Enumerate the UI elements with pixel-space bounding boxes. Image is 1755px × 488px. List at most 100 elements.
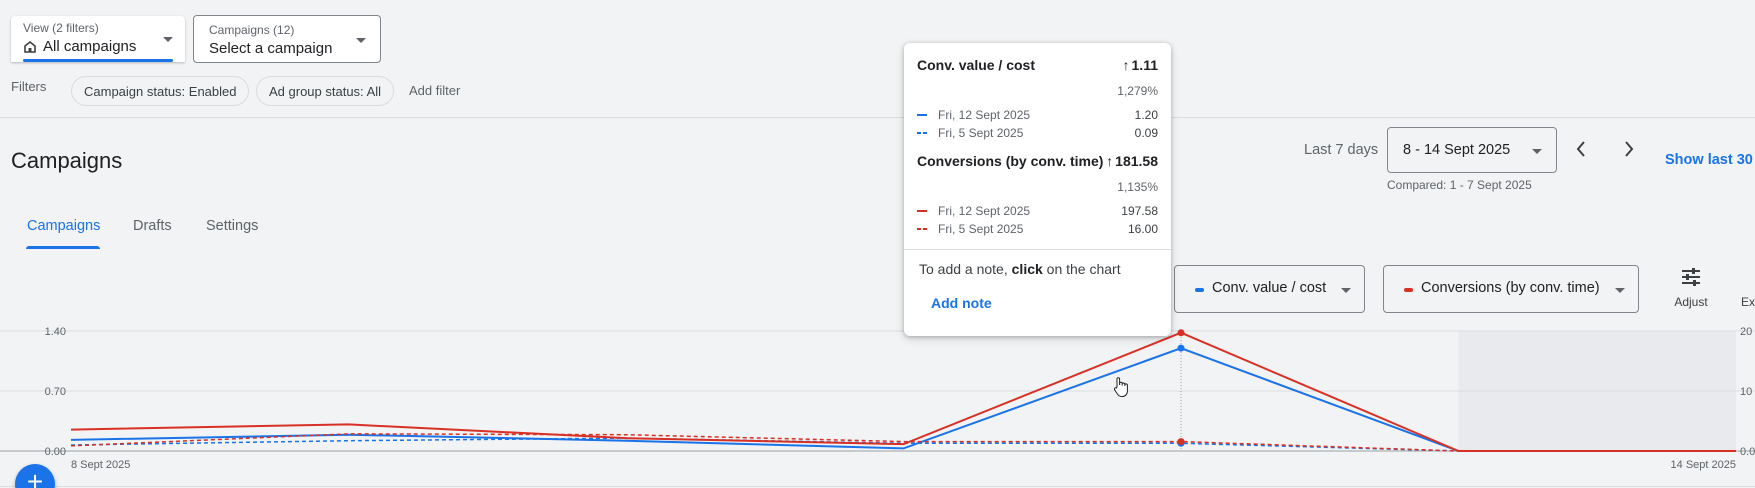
arrow-up-icon: ↑ bbox=[1122, 57, 1130, 73]
tooltip-row-date: Fri, 5 Sept 2025 bbox=[938, 222, 1024, 236]
hand-cursor-icon bbox=[1113, 377, 1128, 397]
tooltip-row: Fri, 5 Sept 2025 0.09 bbox=[917, 126, 1158, 140]
home-icon bbox=[24, 40, 36, 53]
tune-icon bbox=[1682, 268, 1700, 286]
x-tick-label: 14 Sept 2025 bbox=[1671, 459, 1736, 471]
chevron-right-icon bbox=[1625, 141, 1634, 157]
view-selector-value-wrap: All campaigns bbox=[23, 38, 136, 55]
tooltip-row-value: 0.09 bbox=[1134, 126, 1158, 140]
tooltip-row: Fri, 12 Sept 2025 197.58 bbox=[917, 204, 1158, 218]
tooltip-divider bbox=[904, 249, 1171, 250]
page: View (2 filters) All campaigns Campaigns… bbox=[0, 0, 1755, 488]
tooltip-row-value: 1.20 bbox=[1134, 108, 1158, 122]
tooltip-row-date-wrap: Fri, 12 Sept 2025 bbox=[917, 108, 1030, 122]
campaign-selector-label: Campaigns (12) bbox=[209, 23, 295, 37]
previous-period-button[interactable] bbox=[1570, 138, 1592, 160]
tooltip-metric-percent: 1,279% bbox=[1117, 84, 1158, 98]
chevron-down-icon bbox=[1341, 288, 1351, 293]
tooltip-metric-change-wrap: ↑ 181.58 bbox=[1106, 153, 1158, 169]
line-solid-icon bbox=[917, 114, 927, 116]
filters-label: Filters bbox=[11, 79, 47, 94]
tooltip-metric-name: Conversions (by conv. time) bbox=[917, 153, 1104, 169]
tab-settings[interactable]: Settings bbox=[206, 218, 258, 234]
tooltip-row-value: 197.58 bbox=[1121, 204, 1158, 218]
chevron-left-icon bbox=[1576, 141, 1585, 157]
line-dashed-icon bbox=[917, 228, 927, 230]
plus-icon: + bbox=[26, 466, 44, 488]
date-range-value: 8 - 14 Sept 2025 bbox=[1403, 142, 1511, 158]
view-selector-label: View (2 filters) bbox=[23, 21, 99, 35]
tooltip-metric-name: Conv. value / cost bbox=[917, 57, 1035, 73]
tooltip-row: Fri, 12 Sept 2025 1.20 bbox=[917, 108, 1158, 122]
performance-chart[interactable]: 0.00 0.0 0.70 10 1.40 20 8 Sept 2025 14 Sept 20… bbox=[0, 320, 1755, 488]
line-dashed-icon bbox=[917, 132, 927, 134]
tooltip-metric-2-percent-row: 1,135% bbox=[917, 180, 1158, 194]
adjust-label: Adjust bbox=[1674, 295, 1708, 309]
add-note-button[interactable]: Add note bbox=[931, 295, 992, 311]
chevron-down-icon bbox=[356, 38, 366, 43]
tooltip-note-text: To add a note, click on the chart bbox=[919, 261, 1121, 277]
tooltip-row-date-wrap: Fri, 5 Sept 2025 bbox=[917, 222, 1023, 236]
tooltip-metric-change: 181.58 bbox=[1115, 153, 1158, 169]
note-bold: click bbox=[1011, 261, 1043, 277]
view-selector-underline bbox=[23, 59, 173, 62]
line-solid-icon bbox=[917, 210, 927, 212]
y-left-tick-label: 0.00 bbox=[45, 446, 66, 458]
filter-chip-campaign-status[interactable]: Campaign status: Enabled bbox=[71, 76, 250, 106]
tooltip-row-value: 16.00 bbox=[1127, 222, 1158, 236]
tooltip-row-date-wrap: Fri, 12 Sept 2025 bbox=[917, 204, 1030, 218]
y-right-tick-label: 20 bbox=[1740, 326, 1752, 338]
x-tick-label: 8 Sept 2025 bbox=[71, 459, 130, 471]
active-tab-indicator bbox=[26, 246, 100, 249]
view-selector-value: All campaigns bbox=[43, 38, 137, 55]
show-last-30-days-link[interactable]: Show last 30 d bbox=[1665, 152, 1755, 168]
tooltip-row-date: Fri, 12 Sept 2025 bbox=[938, 108, 1031, 122]
tooltip-row-date: Fri, 12 Sept 2025 bbox=[938, 204, 1031, 218]
series-point-0 bbox=[1177, 344, 1185, 352]
tooltip-metric-1-header: Conv. value / cost ↑ 1.11 bbox=[917, 57, 1158, 73]
tooltip-metric-1-percent-row: 1,279% bbox=[917, 84, 1158, 98]
filter-chip-ad-group-status[interactable]: Ad group status: All bbox=[256, 76, 395, 106]
chart-tooltip: Conv. value / cost ↑ 1.11 1,279% Fri, 12 … bbox=[904, 43, 1171, 336]
chevron-down-icon bbox=[1532, 149, 1542, 154]
tooltip-metric-2-header: Conversions (by conv. time) ↑ 181.58 bbox=[917, 153, 1158, 169]
metric-selector-label: Conversions (by conv. time) bbox=[1421, 280, 1600, 296]
note-suffix: on the chart bbox=[1042, 261, 1121, 277]
view-selector[interactable]: View (2 filters) All campaigns bbox=[11, 16, 185, 62]
series-point-3 bbox=[1177, 438, 1185, 446]
divider bbox=[0, 117, 1755, 118]
tab-campaigns[interactable]: Campaigns bbox=[27, 218, 100, 234]
y-right-tick-label: 0.0 bbox=[1740, 446, 1755, 458]
campaign-selector-value: Select a campaign bbox=[209, 40, 333, 57]
metric-swatch bbox=[1404, 288, 1413, 292]
arrow-up-icon: ↑ bbox=[1106, 153, 1114, 169]
chevron-down-icon bbox=[1615, 288, 1625, 293]
metric-selector-label: Conv. value / cost bbox=[1212, 280, 1327, 296]
date-preset-label: Last 7 days bbox=[1304, 142, 1379, 158]
y-right-tick-label: 10 bbox=[1740, 386, 1752, 398]
y-left-tick-label: 0.70 bbox=[45, 386, 66, 398]
page-title: Campaigns bbox=[11, 148, 123, 173]
add-filter-button[interactable]: Add filter bbox=[409, 83, 460, 98]
series-point-2 bbox=[1177, 329, 1185, 337]
note-prefix: To add a note, bbox=[919, 261, 1012, 277]
tooltip-row: Fri, 5 Sept 2025 16.00 bbox=[917, 222, 1158, 236]
tab-drafts[interactable]: Drafts bbox=[133, 218, 172, 234]
metric-swatch bbox=[1195, 288, 1204, 292]
compared-date-range: Compared: 1 - 7 Sept 2025 bbox=[1387, 178, 1532, 192]
tooltip-metric-change: 1.11 bbox=[1131, 57, 1158, 73]
tooltip-metric-percent: 1,135% bbox=[1117, 180, 1158, 194]
create-button[interactable]: + bbox=[15, 464, 55, 488]
metric-selector-1[interactable]: Conv. value / cost bbox=[1174, 265, 1365, 313]
tooltip-metric-change-wrap: ↑ 1.11 bbox=[1123, 57, 1158, 73]
tooltip-row-date: Fri, 5 Sept 2025 bbox=[938, 126, 1024, 140]
metric-selector-2[interactable]: Conversions (by conv. time) bbox=[1383, 265, 1639, 313]
tooltip-row-date-wrap: Fri, 5 Sept 2025 bbox=[917, 126, 1023, 140]
date-range-selector[interactable]: 8 - 14 Sept 2025 bbox=[1387, 127, 1557, 173]
export-label[interactable]: Ex bbox=[1741, 295, 1755, 309]
campaign-selector[interactable]: Campaigns (12) Select a campaign bbox=[193, 15, 381, 63]
adjust-button[interactable]: Adjust bbox=[1670, 268, 1712, 309]
y-left-tick-label: 1.40 bbox=[45, 326, 66, 338]
next-period-button[interactable] bbox=[1618, 138, 1640, 160]
chevron-down-icon bbox=[163, 37, 173, 42]
